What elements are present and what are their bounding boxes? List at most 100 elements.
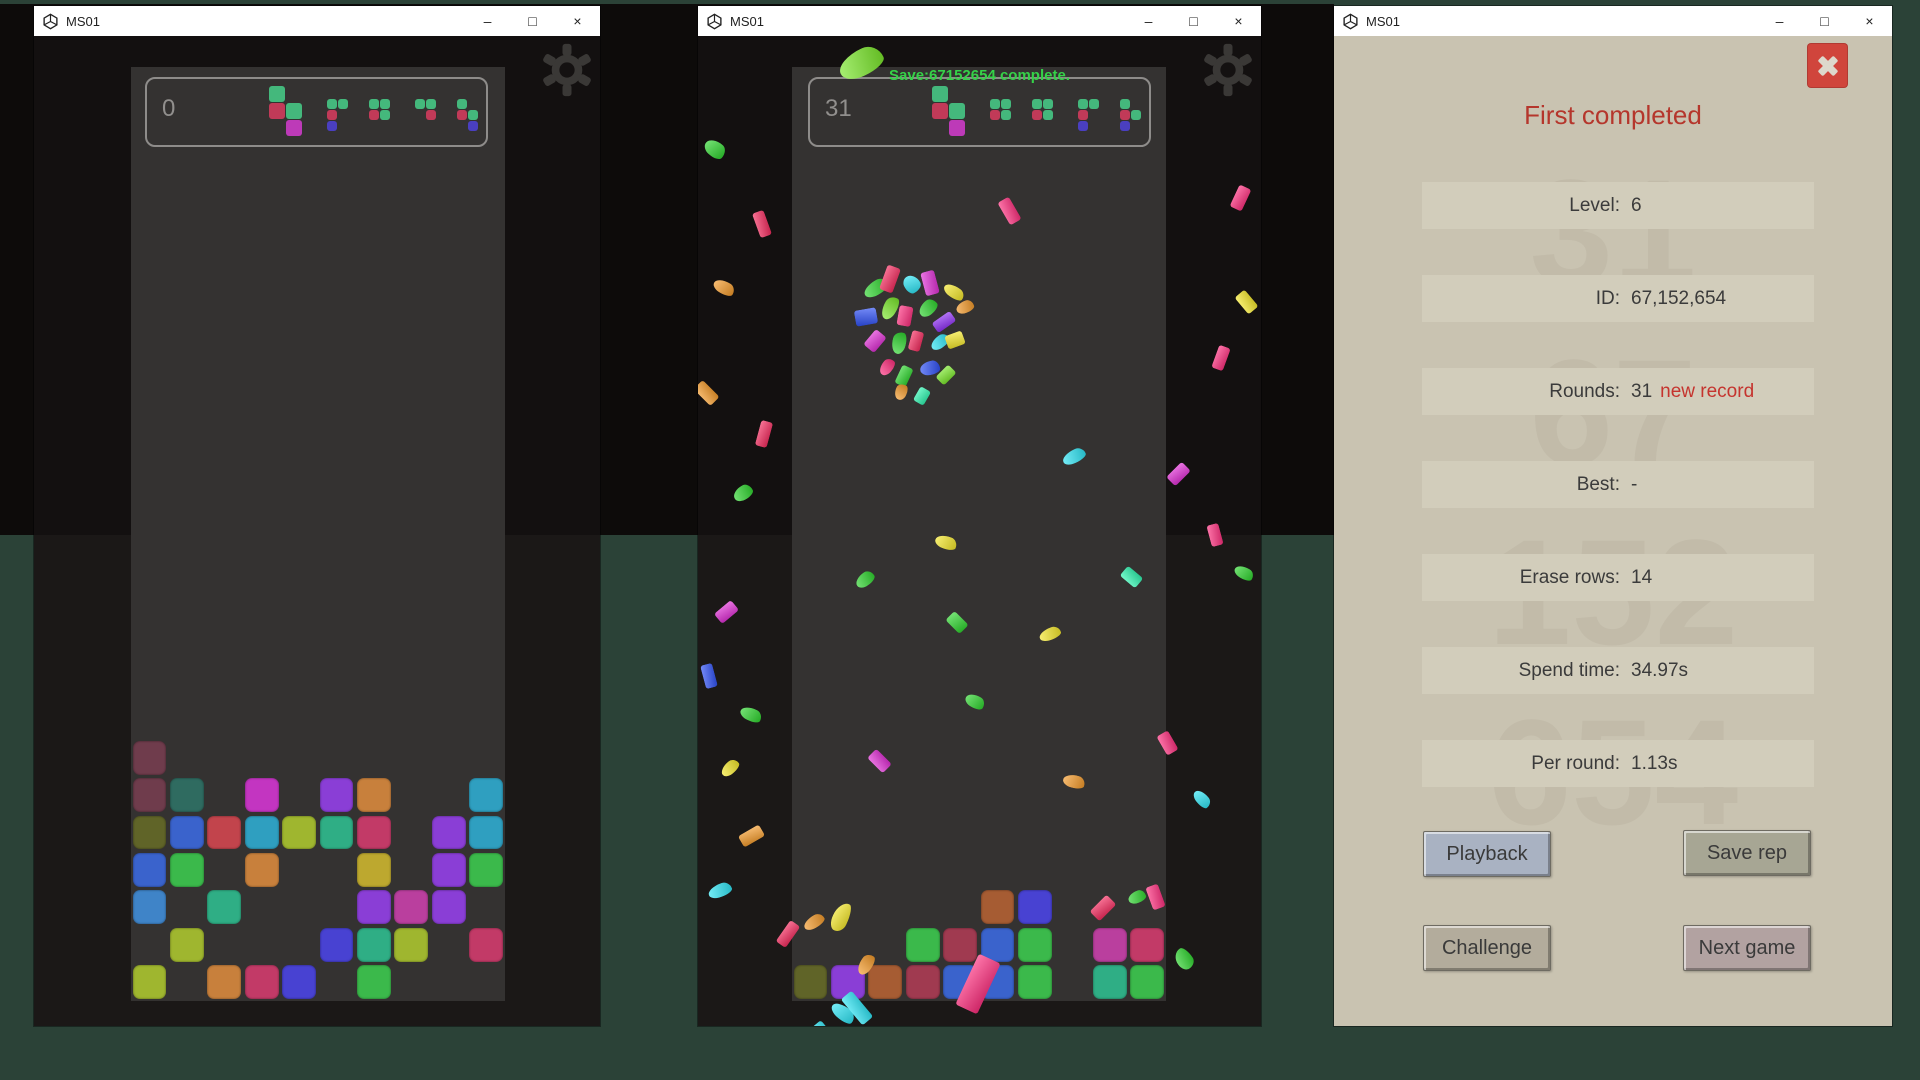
board-block-olive [794, 965, 828, 999]
board-block-teal [170, 778, 204, 812]
board-block-darkred [906, 965, 940, 999]
game-view: 0 [34, 36, 600, 1026]
board-block-crimson [245, 965, 279, 999]
window-title: MS01 [730, 14, 1126, 29]
result-dialog-window: MS01 – □ × 3167152654 First completed Le… [1334, 6, 1892, 1026]
board-block-purple [320, 778, 354, 812]
board-block-blueviolet [282, 965, 316, 999]
stat-label: Best: [1422, 474, 1620, 496]
maximize-button[interactable]: □ [1802, 6, 1847, 36]
board-block-magentapink [1093, 928, 1127, 962]
save-rep-button[interactable]: Save rep [1683, 830, 1811, 876]
board-block-darkred [943, 928, 977, 962]
board-block-magentapink [394, 890, 428, 924]
board-block-blue [943, 965, 977, 999]
board-block-blue [133, 853, 167, 887]
board-block-blue [170, 816, 204, 850]
game-window-1: MS01 – □ × 0 [34, 6, 600, 1026]
stat-label: Spend time: [1422, 660, 1620, 682]
board-block-crimson [1130, 928, 1164, 962]
board-block-tealgreen [1093, 965, 1127, 999]
stat-value: - [1620, 474, 1637, 496]
settings-gear-icon[interactable] [540, 43, 594, 97]
board-block-yellowgreen [133, 965, 167, 999]
board-block-orange [207, 965, 241, 999]
stat-label: Per round: [1422, 753, 1620, 775]
window-title: MS01 [1366, 14, 1757, 29]
stat-label: Level: [1422, 195, 1620, 217]
stat-value: 31 [1620, 381, 1652, 403]
minimize-button[interactable]: – [1126, 6, 1171, 36]
maximize-button[interactable]: □ [1171, 6, 1216, 36]
board-block-tealgreen [207, 890, 241, 924]
board-block-green [469, 853, 503, 887]
board-block-purple [432, 890, 466, 924]
next-game-button[interactable]: Next game [1683, 925, 1811, 971]
game-board: 31 [792, 67, 1166, 1001]
minimize-button[interactable]: – [1757, 6, 1802, 36]
board-block-olive [133, 816, 167, 850]
titlebar: MS01 – □ × [34, 6, 600, 36]
challenge-button[interactable]: Challenge [1423, 925, 1551, 971]
board-block-red [207, 816, 241, 850]
close-x-icon [1815, 53, 1841, 79]
board-block-brown [868, 965, 902, 999]
game-view: 31 Save:67152654 complete. [698, 36, 1261, 1026]
block-stack [792, 67, 1166, 1001]
board-block-green [1018, 928, 1052, 962]
stat-value: 6 [1620, 195, 1642, 217]
board-block-cyan [469, 816, 503, 850]
minimize-button[interactable]: – [465, 6, 510, 36]
board-block-tealgreen [357, 928, 391, 962]
board-block-brown [981, 890, 1015, 924]
stat-value: 14 [1620, 567, 1652, 589]
close-button[interactable]: × [1216, 6, 1261, 36]
new-record-badge: new record [1652, 381, 1754, 403]
stat-row: Per round:1.13s [1422, 740, 1814, 787]
stat-label: Rounds: [1422, 381, 1620, 403]
board-block-magenta [245, 778, 279, 812]
board-block-maroon [133, 741, 167, 775]
stat-row: Best:- [1422, 461, 1814, 508]
close-button[interactable]: × [555, 6, 600, 36]
board-block-blueviolet [1018, 890, 1052, 924]
dialog-close-button[interactable] [1807, 43, 1848, 88]
unity-logo-icon [706, 13, 723, 30]
board-block-yellowgreen [282, 816, 316, 850]
board-block-green [1018, 965, 1052, 999]
board-block-yellowgreen [394, 928, 428, 962]
board-block-orange [357, 778, 391, 812]
result-dialog: 3167152654 First completed Level:6ID:67,… [1334, 36, 1892, 1026]
board-block-purple [357, 890, 391, 924]
stat-label: Erase rows: [1422, 567, 1620, 589]
board-block-green [357, 965, 391, 999]
game-board: 0 [131, 67, 505, 1001]
unity-logo-icon [42, 13, 59, 30]
stat-row: Erase rows:14 [1422, 554, 1814, 601]
board-block-orange [245, 853, 279, 887]
titlebar: MS01 – □ × [1334, 6, 1892, 36]
playback-button[interactable]: Playback [1423, 831, 1551, 877]
board-block-green [906, 928, 940, 962]
board-block-cyan [469, 778, 503, 812]
stat-value: 1.13s [1620, 753, 1677, 775]
unity-logo-icon [1342, 13, 1359, 30]
maximize-button[interactable]: □ [510, 6, 555, 36]
stat-row: Rounds:31new record [1422, 368, 1814, 415]
save-complete-toast: Save:67152654 complete. [698, 67, 1261, 84]
board-block-mustard [357, 853, 391, 887]
board-block-crimson [469, 928, 503, 962]
close-button[interactable]: × [1847, 6, 1892, 36]
board-block-purple [432, 853, 466, 887]
board-block-steelblue [133, 890, 167, 924]
dialog-title: First completed [1334, 100, 1892, 131]
board-block-blueviolet [320, 928, 354, 962]
board-block-maroon [133, 778, 167, 812]
stat-row: ID:67,152,654 [1422, 275, 1814, 322]
stat-value: 67,152,654 [1620, 288, 1726, 310]
board-block-yellowgreen [170, 928, 204, 962]
window-title: MS01 [66, 14, 465, 29]
board-block-cyan [245, 816, 279, 850]
game-window-2: MS01 – □ × 31 [698, 6, 1261, 1026]
board-block-green [1130, 965, 1164, 999]
